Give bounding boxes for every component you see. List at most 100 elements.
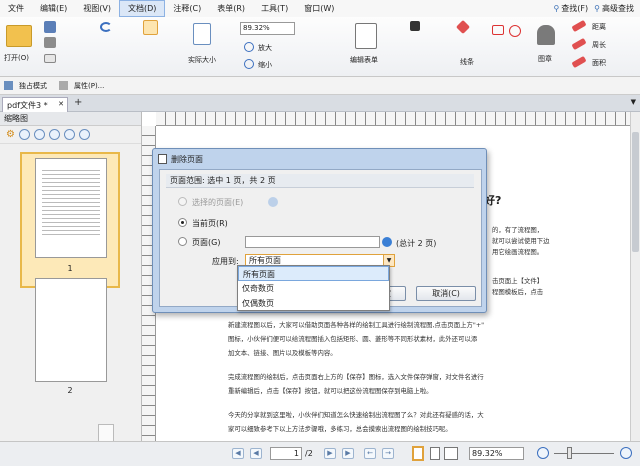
pencil-icon[interactable] (455, 19, 471, 35)
menu-form[interactable]: 表单(R) (209, 0, 253, 17)
zoom-slider-handle[interactable] (567, 447, 572, 459)
apply-to-label: 应用到: (212, 257, 239, 266)
radio-current-page[interactable] (178, 218, 187, 227)
single-page-view-icon[interactable] (412, 446, 424, 461)
radio-selected-pages[interactable] (178, 197, 187, 206)
perimeter-label[interactable]: 周长 (592, 40, 606, 50)
zoom-in-label[interactable]: 放大 (258, 43, 272, 53)
pages-label: 页面(G) (192, 238, 221, 247)
page-thumbnail-2[interactable] (35, 278, 107, 382)
search-label: 查找(F) (561, 4, 589, 13)
distance-icon[interactable] (571, 19, 587, 33)
zoom-in-status-icon[interactable] (620, 447, 632, 459)
perimeter-icon[interactable] (571, 37, 587, 51)
document-tab[interactable]: pdf文件3 * ✕ (2, 97, 68, 112)
stamp-icon[interactable] (537, 25, 555, 45)
cancel-button[interactable]: 取消(C) (416, 286, 476, 301)
area-icon[interactable] (571, 55, 587, 69)
zoom-in-icon[interactable] (244, 42, 254, 52)
zoom-in-thumb-icon[interactable] (33, 129, 45, 140)
menu-comment[interactable]: 注释(C) (165, 0, 209, 17)
open-folder-icon[interactable] (6, 25, 32, 47)
properties-button[interactable]: 属性(P)... (74, 81, 104, 91)
edit-form-label[interactable]: 编辑表单 (350, 55, 378, 65)
body-line: 完成流程图的绘制后，点击页面右上方的【保存】图标，选入文件保存弹窗，对文件名进行 (228, 373, 484, 381)
dropdown-option-odd-pages[interactable]: 仅奇数页 (238, 281, 389, 296)
menu-file[interactable]: 文件 (0, 0, 32, 17)
text-tool-icon[interactable] (410, 21, 420, 31)
area-label[interactable]: 面积 (592, 58, 606, 68)
menu-window[interactable]: 窗口(W) (296, 0, 342, 17)
zoom-out-thumb-icon[interactable] (18, 129, 30, 140)
menu-tools[interactable]: 工具(T) (253, 0, 296, 17)
thumbnail-text-lines (42, 167, 100, 237)
body-line: 加文本、链接、图片以及模板等内容。 (228, 349, 337, 357)
apply-to-value: 所有页面 (249, 256, 281, 265)
continuous-view-icon[interactable] (430, 447, 440, 460)
dialog-title: 删除页面 (171, 155, 203, 164)
sidebar-status: ⚙ (0, 441, 155, 466)
gear-icon[interactable]: ⚙ (6, 129, 15, 140)
back-button[interactable]: ← (364, 448, 376, 459)
circle-icon[interactable] (509, 25, 521, 37)
body-line: 用它绘画流程图。 (492, 248, 544, 256)
zoom-out-icon[interactable] (244, 59, 254, 69)
actual-size-icon[interactable] (193, 23, 211, 45)
close-icon[interactable]: ✕ (58, 100, 64, 108)
line-label[interactable]: 线条 (460, 57, 474, 67)
forward-button[interactable]: → (382, 448, 394, 459)
rotate-right-icon[interactable] (78, 129, 90, 140)
email-icon[interactable] (44, 54, 56, 63)
selected-pages-label: 选择的页面(E) (192, 198, 244, 207)
zoom-combo[interactable]: 89.32% (240, 22, 295, 35)
facing-view-icon[interactable] (444, 447, 458, 460)
scroll-thumb[interactable] (632, 132, 639, 252)
save-icon[interactable] (44, 21, 56, 33)
status-zoom-combo[interactable]: 89.32% (469, 447, 524, 460)
page-thumbnail-1[interactable] (35, 158, 107, 258)
open-label[interactable]: 打开(O) (4, 53, 29, 63)
exclusive-mode-icon (4, 81, 13, 90)
thumbnail-panel: 缩略图 ⚙ 1 2 (0, 112, 142, 454)
dropdown-option-all-pages[interactable]: 所有页面 (238, 266, 389, 281)
next-page-button[interactable]: ▶ (324, 448, 336, 459)
stamp-label[interactable]: 图章 (538, 54, 552, 64)
hand-tool-icon[interactable] (143, 20, 158, 35)
vertical-scrollbar[interactable] (630, 112, 640, 441)
delete-page-icon[interactable] (48, 129, 60, 140)
page-number-input[interactable]: 1 (270, 447, 302, 460)
zoom-out-label[interactable]: 缩小 (258, 60, 272, 70)
actual-size-label[interactable]: 实际大小 (188, 55, 216, 65)
chevron-down-icon[interactable]: ▼ (631, 98, 636, 106)
first-page-button[interactable]: ◀ (232, 448, 244, 459)
advanced-search-button[interactable]: ⚲ 高级查找 (594, 3, 634, 14)
zoom-out-status-icon[interactable] (537, 447, 549, 459)
edit-form-icon[interactable] (355, 23, 377, 49)
menu-edit[interactable]: 编辑(E) (32, 0, 75, 17)
menu-document[interactable]: 文档(D) (119, 0, 166, 17)
dropdown-option-even-pages[interactable]: 仅偶数页 (238, 296, 389, 311)
rectangle-icon[interactable] (492, 25, 504, 35)
body-line: 就可以尝试使用下边 (492, 237, 550, 245)
new-tab-icon[interactable]: + (74, 97, 82, 108)
menu-bar: 文件 编辑(E) 视图(V) 文档(D) 注释(C) 表单(R) 工具(T) 窗… (0, 0, 640, 17)
print-icon[interactable] (44, 37, 56, 48)
undo-icon[interactable] (100, 22, 112, 32)
zoom-slider[interactable] (554, 453, 614, 454)
dialog-app-icon (158, 154, 167, 164)
last-page-button[interactable]: ▶ (342, 448, 354, 459)
search-button[interactable]: ⚲ 查找(F) (553, 3, 588, 14)
menu-view[interactable]: 视图(V) (75, 0, 119, 17)
info-icon (382, 237, 392, 247)
document-tab-bar: pdf文件3 * ✕ + ▼ (0, 95, 640, 112)
body-line: 击页面上【文件】 (492, 277, 544, 285)
page-total: /2 (305, 449, 313, 458)
exclusive-mode-button[interactable]: 独占模式 (19, 81, 47, 91)
prev-page-button[interactable]: ◀ (250, 448, 262, 459)
page-range-input[interactable] (245, 236, 380, 248)
thumbnail-toolbar: ⚙ (0, 126, 141, 144)
distance-label[interactable]: 距离 (592, 22, 606, 32)
body-line: 重新编辑后，点击【保存】按钮，就可以把这份流程图保存到电脑上啦。 (228, 387, 433, 395)
rotate-left-icon[interactable] (63, 129, 75, 140)
radio-pages[interactable] (178, 237, 187, 246)
